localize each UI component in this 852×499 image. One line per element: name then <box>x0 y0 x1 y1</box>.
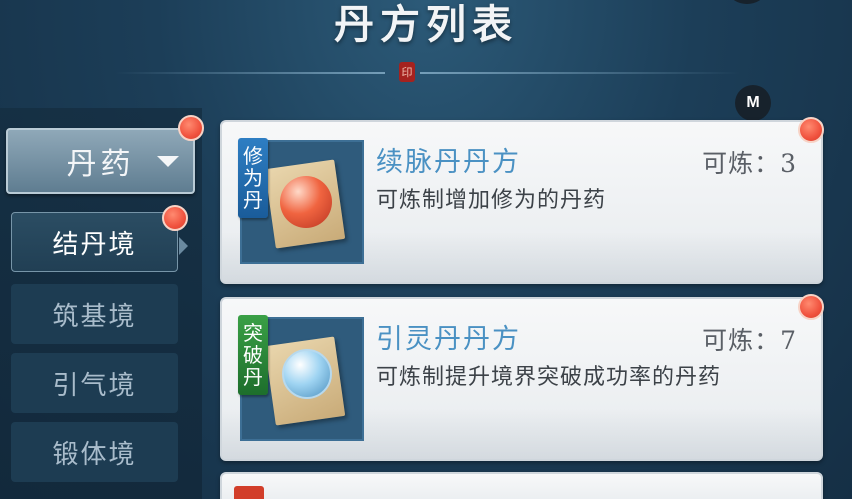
recipe-description: 可炼制增加修为的丹药 <box>376 188 607 213</box>
sidebar-item-label: 结丹境 <box>52 229 137 260</box>
sidebar-item-duanti[interactable]: 锻体境 <box>11 422 178 482</box>
recipe-card[interactable]: 修 为 丹 续脉丹丹方 可炼：3 可炼制增加修为的丹药 <box>220 120 823 284</box>
recipe-notification-dot <box>798 117 824 143</box>
craftable-count: 可炼：7 <box>702 326 797 355</box>
category-dropdown[interactable]: 丹药 <box>6 128 195 194</box>
sidebar-item-jiedan[interactable]: 结丹境 <box>11 212 178 272</box>
title-divider-right <box>420 72 740 74</box>
red-pill-icon <box>280 176 332 228</box>
pill-type-tag: 修 为 丹 <box>238 138 268 218</box>
pill-type-tag: 突 破 丹 <box>238 315 268 395</box>
recipe-description: 可炼制提升境界突破成功率的丹药 <box>376 365 722 390</box>
sidebar-item-label: 锻体境 <box>52 439 137 470</box>
category-label: 丹药 <box>66 147 135 182</box>
sidebar-item-zhuji[interactable]: 筑基境 <box>11 284 178 344</box>
recipe-name: 引灵丹丹方 <box>376 324 521 355</box>
pill-type-tag-partial <box>234 486 264 499</box>
sidebar-item-label: 筑基境 <box>52 301 137 332</box>
sidebar-item-label: 引气境 <box>52 370 137 401</box>
m-badge[interactable]: M <box>735 85 771 121</box>
recipe-notification-dot <box>798 294 824 320</box>
craftable-count: 可炼：3 <box>702 149 797 178</box>
seal-icon: 印 <box>399 62 415 82</box>
recipe-card-partial[interactable] <box>220 472 823 499</box>
active-arrow-icon <box>179 237 188 255</box>
sidebar-item-yinqi[interactable]: 引气境 <box>11 353 178 413</box>
category-notification-dot <box>178 115 204 141</box>
recipe-card[interactable]: 突 破 丹 引灵丹丹方 可炼：7 可炼制提升境界突破成功率的丹药 <box>220 297 823 461</box>
recipe-name: 续脉丹丹方 <box>376 147 521 178</box>
realm-notification-dot <box>162 205 188 231</box>
chevron-down-icon <box>157 156 179 167</box>
page-title: 丹方列表 <box>334 1 518 48</box>
title-divider-left <box>115 72 385 74</box>
blue-orb-scroll-icon: 突 破 丹 <box>238 315 364 441</box>
red-pill-scroll-icon: 修 为 丹 <box>238 138 364 264</box>
blue-orb-icon <box>282 349 332 399</box>
